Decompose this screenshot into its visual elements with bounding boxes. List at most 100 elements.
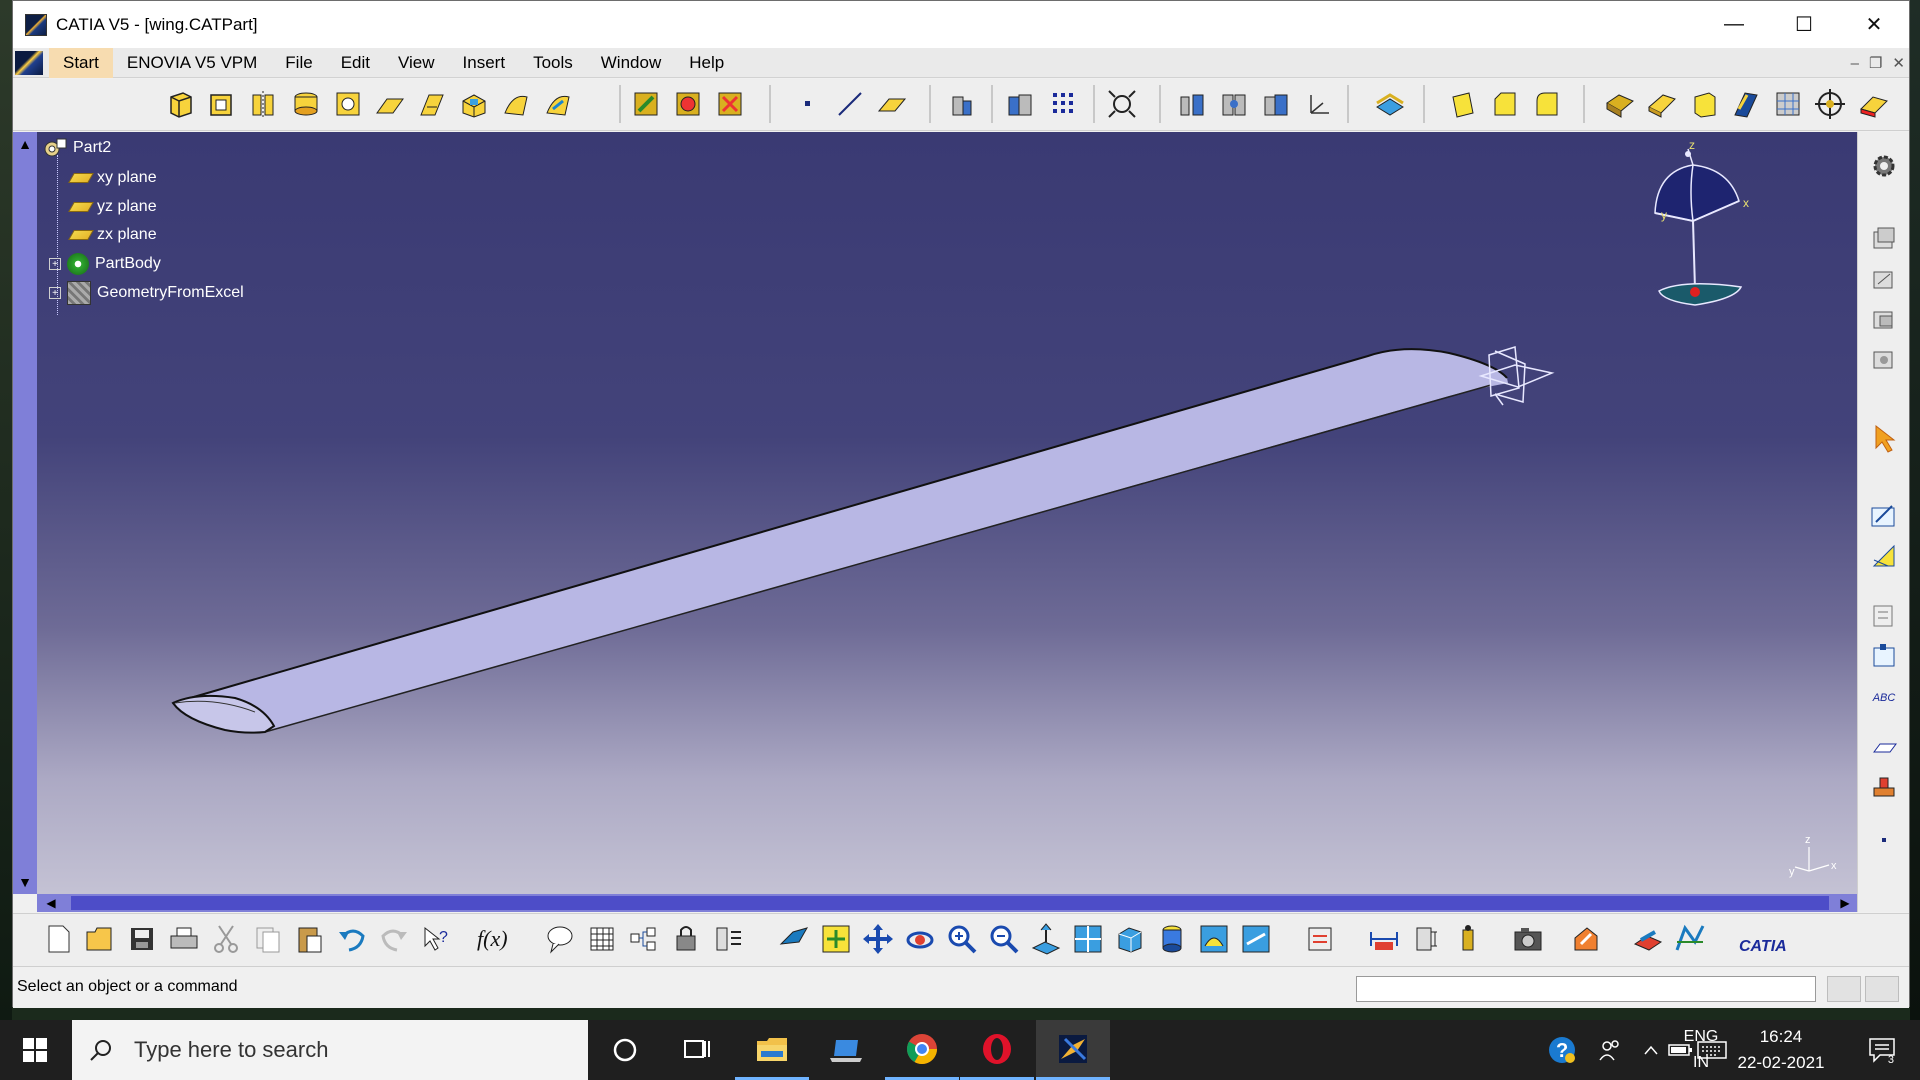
help-tray-button[interactable]: ? xyxy=(1540,1020,1584,1080)
thickness-icon[interactable] xyxy=(1645,87,1679,121)
reference-element-icon[interactable] xyxy=(1868,540,1900,572)
doc-close-icon[interactable]: ✕ xyxy=(1892,54,1905,72)
tree-item-xy-plane[interactable]: xy plane xyxy=(67,165,157,191)
knowledge-advisor-icon[interactable] xyxy=(543,922,577,956)
hide-show-icon[interactable] xyxy=(1003,87,1037,121)
groove-icon[interactable] xyxy=(289,87,323,121)
lock-icon[interactable] xyxy=(669,922,703,956)
undo-icon[interactable] xyxy=(335,922,369,956)
command-enter-button[interactable] xyxy=(1827,976,1861,1002)
fit-all-in-icon[interactable] xyxy=(819,922,853,956)
select-arrow-icon[interactable] xyxy=(1868,422,1900,454)
command-input[interactable] xyxy=(1356,976,1816,1002)
update-all-icon[interactable] xyxy=(711,922,745,956)
snap-to-point-icon[interactable] xyxy=(1105,87,1139,121)
windows-start-button[interactable] xyxy=(0,1020,70,1080)
measure-inertia-icon[interactable] xyxy=(1451,922,1485,956)
text-annotation-icon[interactable]: ABC xyxy=(1868,692,1900,724)
people-button[interactable] xyxy=(1590,1020,1630,1080)
tree-item-partbody[interactable]: + PartBody xyxy=(49,251,161,277)
multi-view-icon[interactable] xyxy=(1071,922,1105,956)
cortana-button[interactable] xyxy=(588,1020,662,1080)
tree-root[interactable]: Part2 xyxy=(43,135,111,161)
loft-icon[interactable] xyxy=(499,87,533,121)
auto-constraint-icon[interactable] xyxy=(1217,87,1251,121)
point-tool-icon[interactable] xyxy=(1868,824,1900,856)
line-icon[interactable] xyxy=(833,87,867,121)
zoom-out-icon[interactable] xyxy=(987,922,1021,956)
scroll-track[interactable] xyxy=(71,896,1829,910)
apply-color-icon[interactable] xyxy=(1857,87,1891,121)
opera-button[interactable] xyxy=(960,1020,1034,1080)
close-button[interactable]: ✕ xyxy=(1839,1,1909,48)
file-explorer-button[interactable] xyxy=(735,1020,809,1080)
thread-icon[interactable] xyxy=(1687,87,1721,121)
plane-icon[interactable] xyxy=(875,87,909,121)
close-surface-icon[interactable] xyxy=(713,87,747,121)
expand-partbody-icon[interactable]: + xyxy=(49,258,61,270)
rib-icon[interactable] xyxy=(373,87,407,121)
thick-surface-icon[interactable] xyxy=(671,87,705,121)
menu-edit[interactable]: Edit xyxy=(327,48,384,78)
menu-window[interactable]: Window xyxy=(587,48,675,78)
constraint-icon[interactable] xyxy=(1175,87,1209,121)
cut-icon[interactable] xyxy=(209,922,243,956)
pattern-icon[interactable] xyxy=(1771,87,1805,121)
shading-icon[interactable] xyxy=(1155,922,1189,956)
menu-view[interactable]: View xyxy=(384,48,449,78)
box-icon[interactable] xyxy=(1868,640,1900,672)
split-icon[interactable] xyxy=(629,87,663,121)
tree-item-geometryfromexcel[interactable]: + GeometryFromExcel xyxy=(49,280,244,306)
redo-icon[interactable] xyxy=(377,922,411,956)
chamfer-icon[interactable] xyxy=(1487,87,1521,121)
paste-icon[interactable] xyxy=(293,922,327,956)
animate-constraint-icon[interactable] xyxy=(1259,87,1293,121)
swap-visible-space-icon[interactable] xyxy=(1239,922,1273,956)
fly-mode-icon[interactable] xyxy=(945,87,979,121)
compass-icon[interactable]: z x y xyxy=(1643,141,1763,321)
pert-icon[interactable] xyxy=(1303,922,1337,956)
laptop-app-button[interactable] xyxy=(810,1020,884,1080)
remove-face-icon[interactable] xyxy=(1729,87,1763,121)
minimize-button[interactable]: — xyxy=(1699,1,1769,48)
tree-item-zx-plane[interactable]: zx plane xyxy=(67,222,157,248)
measure-item-icon[interactable] xyxy=(1409,922,1443,956)
point-icon[interactable] xyxy=(791,87,825,121)
title-bar[interactable]: CATIA V5 - [wing.CATPart] — ☐ ✕ xyxy=(13,1,1909,48)
menu-insert[interactable]: Insert xyxy=(449,48,520,78)
menu-file[interactable]: File xyxy=(271,48,326,78)
menu-tools[interactable]: Tools xyxy=(519,48,587,78)
maximize-button[interactable]: ☐ xyxy=(1769,1,1839,48)
rotate-icon[interactable] xyxy=(903,922,937,956)
expand-geometry-icon[interactable]: + xyxy=(49,287,61,299)
sketch-tools-icon[interactable] xyxy=(1868,224,1900,256)
positioned-sketch-icon[interactable] xyxy=(1868,264,1900,296)
pan-icon[interactable] xyxy=(861,922,895,956)
remove-loft-icon[interactable] xyxy=(541,87,575,121)
measure-inertia-icon[interactable] xyxy=(1813,87,1847,121)
design-table-icon[interactable] xyxy=(585,922,619,956)
formula-icon[interactable]: f(x) xyxy=(477,922,511,956)
shaft-icon[interactable] xyxy=(247,87,281,121)
grid-icon[interactable] xyxy=(1047,87,1081,121)
hole-icon[interactable] xyxy=(331,87,365,121)
catia-taskbar-button[interactable] xyxy=(1036,1020,1110,1080)
slot-icon[interactable] xyxy=(415,87,449,121)
catia-menu-logo-icon[interactable] xyxy=(15,50,43,75)
show-hidden-icons-button[interactable] xyxy=(1636,1020,1666,1080)
shell-icon[interactable] xyxy=(1603,87,1637,121)
doc-minimize-icon[interactable]: – xyxy=(1851,55,1859,72)
vertical-scrollbar[interactable]: ▲ ▼ xyxy=(13,132,37,894)
command-history-button[interactable] xyxy=(1865,976,1899,1002)
settings-gear-icon[interactable] xyxy=(1868,150,1900,182)
task-view-button[interactable] xyxy=(660,1020,734,1080)
menu-enovia[interactable]: ENOVIA V5 VPM xyxy=(113,48,271,78)
scroll-down-icon[interactable]: ▼ xyxy=(13,870,37,894)
axis-system-icon[interactable] xyxy=(1301,87,1335,121)
profile-icon[interactable] xyxy=(1868,304,1900,336)
doc-restore-icon[interactable]: ❐ xyxy=(1869,54,1882,72)
print-icon[interactable] xyxy=(167,922,201,956)
scroll-left-icon[interactable]: ◀ xyxy=(41,894,61,912)
menu-help[interactable]: Help xyxy=(675,48,738,78)
sketcher-icon[interactable] xyxy=(1868,500,1900,532)
